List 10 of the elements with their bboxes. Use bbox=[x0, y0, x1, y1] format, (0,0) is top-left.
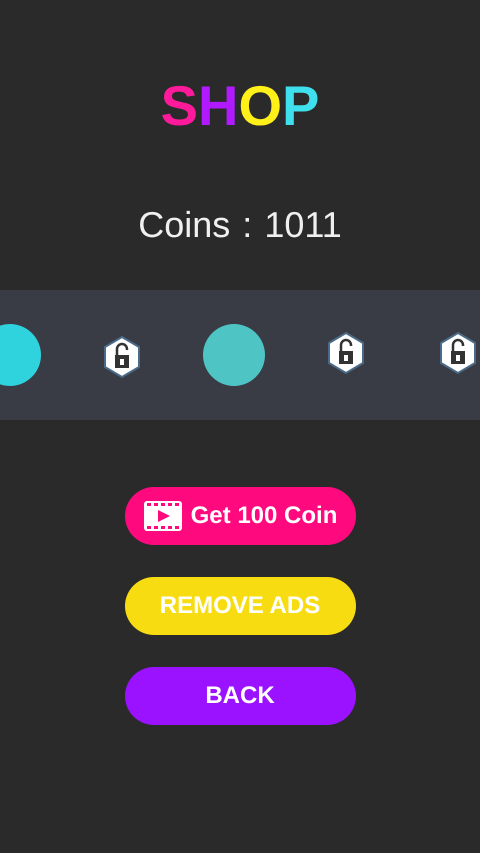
padlock-icon[interactable] bbox=[102, 335, 142, 379]
separator: : bbox=[242, 203, 252, 247]
coins-label: Coins bbox=[138, 203, 230, 247]
shop-title: SHOP bbox=[160, 76, 320, 136]
video-icon bbox=[142, 500, 183, 532]
shop-button[interactable]: BACK bbox=[124, 667, 356, 725]
padlock-icon[interactable] bbox=[438, 331, 478, 375]
padlock-icon[interactable] bbox=[326, 331, 366, 375]
shop-button[interactable]: Get 100 Coin bbox=[124, 487, 356, 545]
coins-value: 1011 bbox=[264, 203, 342, 247]
